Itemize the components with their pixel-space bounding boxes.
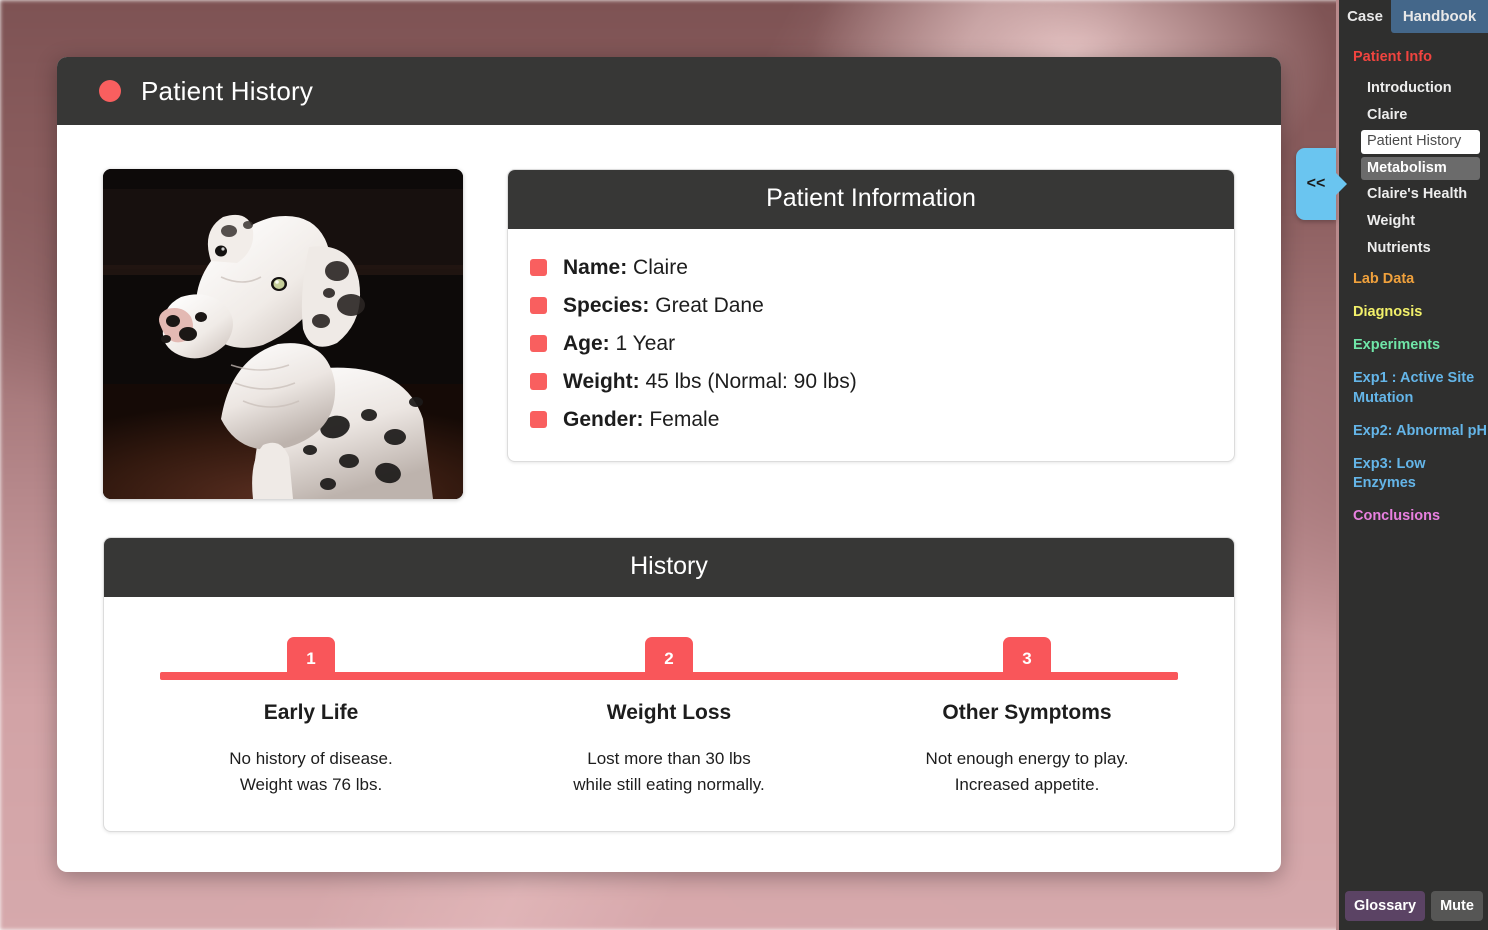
patient-info-label: Name: [563,256,628,279]
patient-info-text: Age: 1 Year [563,332,675,356]
patient-overview-row: Patient Information Name: Claire Species:… [103,169,1235,499]
sidebar-tabs: Case Handbook [1339,0,1488,33]
sidebar-item-nutrients[interactable]: Nutrients [1361,237,1480,261]
patient-info-text: Species: Great Dane [563,294,764,318]
sidebar-item-patient-info[interactable]: Patient Info [1339,41,1488,74]
patient-info-value: 1 Year [615,332,676,355]
sidebar-item-patient-history[interactable]: Patient History [1361,130,1480,154]
sidebar-item-exp1-active-site-mutation[interactable]: Exp1 : Active Site Mutation [1339,362,1488,414]
patient-info-label: Age: [563,332,610,355]
patient-info-label: Species: [563,294,650,317]
glossary-button[interactable]: Glossary [1345,891,1426,921]
sidebar-navigation: Patient Info Introduction Claire Patient Hi… [1339,33,1488,533]
history-body: 1 2 3 Early Life No history of disease. Weig… [104,597,1234,831]
history-heading: History [104,538,1234,597]
history-event-line2: while still eating normally. [573,774,765,794]
mute-button[interactable]: Mute [1431,891,1483,921]
sidebar-item-claire[interactable]: Claire [1361,104,1480,128]
history-event-line1: No history of disease. [229,749,393,768]
history-event-description: Not enough energy to play. Increased appe… [860,746,1194,797]
page-title: Patient History [141,75,314,106]
patient-information-list: Name: Claire Species: Great Dane Age: 1 Ye… [508,249,1234,439]
bullet-square-icon [530,373,547,390]
timeline-marker[interactable]: 2 [645,637,693,680]
sidebar-item-experiments[interactable]: Experiments [1339,329,1488,362]
history-event-line1: Not enough energy to play. [925,749,1129,768]
sidebar-item-conclusions[interactable]: Conclusions [1339,500,1488,533]
history-event-description: No history of disease. Weight was 76 lbs. [144,746,478,797]
history-event-title: Other Symptoms [942,701,1112,724]
sidebar-item-metabolism[interactable]: Metabolism [1361,156,1480,181]
patient-information-body: Name: Claire Species: Great Dane Age: 1 Ye… [508,229,1234,461]
history-event-title: Weight Loss [606,701,732,724]
patient-info-row: Weight: 45 lbs (Normal: 90 lbs) [508,363,1234,401]
main-content-card: Patient History Patient Information Name… [57,57,1281,872]
card-header: Patient History [57,57,1281,125]
patient-info-text: Gender: Female [563,408,719,432]
patient-info-row: Age: 1 Year [508,325,1234,363]
history-event-description: Lost more than 30 lbs while still eating … [502,746,836,797]
patient-info-value: 45 lbs (Normal: 90 lbs) [645,370,857,393]
history-event-line1: Lost more than 30 lbs [587,749,751,768]
history-timeline: 1 2 3 [132,625,1206,687]
tab-case[interactable]: Case [1339,0,1391,33]
history-event-title: Early Life [263,701,359,724]
sidebar-item-diagnosis[interactable]: Diagnosis [1339,296,1488,329]
history-event: Weight Loss Lost more than 30 lbs while st… [490,701,848,797]
bullet-square-icon [530,335,547,352]
sidebar-item-exp3-low-enzymes[interactable]: Exp3: Low Enzymes [1339,448,1488,500]
patient-information-panel: Patient Information Name: Claire Species:… [507,169,1235,462]
patient-information-heading: Patient Information [508,170,1234,229]
patient-info-text: Weight: 45 lbs (Normal: 90 lbs) [563,370,857,394]
sidebar-item-claire-s-health[interactable]: Claire's Health [1361,183,1480,207]
patient-info-value: Great Dane [655,294,764,317]
history-panel: History 1 2 3 Early Life No history of dise… [103,537,1235,832]
patient-photo [103,169,463,499]
bullet-square-icon [530,297,547,314]
right-sidebar: Case Handbook Patient Info Introduction Cl… [1336,0,1488,930]
patient-info-label: Gender: [563,408,644,431]
timeline-marker[interactable]: 1 [287,637,335,680]
patient-info-value: Claire [633,256,688,279]
sidebar-footer: Glossary Mute [1339,891,1488,921]
patient-info-row: Species: Great Dane [508,287,1234,325]
patient-info-label: Weight: [563,370,640,393]
sidebar-item-weight[interactable]: Weight [1361,210,1480,234]
patient-photo-illustration [103,169,463,499]
history-event: Other Symptoms Not enough energy to play.… [848,701,1206,797]
bullet-square-icon [530,259,547,276]
timeline-marker[interactable]: 3 [1003,637,1051,680]
patient-info-row: Name: Claire [508,249,1234,287]
patient-info-text: Name: Claire [563,256,688,280]
sidebar-item-exp2-abnormal-ph[interactable]: Exp2: Abnormal pH [1339,415,1488,448]
history-event-line2: Increased appetite. [954,774,1100,794]
patient-info-value: Female [649,408,720,431]
history-event-line2: Weight was 76 lbs. [239,774,383,794]
sidebar-item-lab-data[interactable]: Lab Data [1339,263,1488,296]
history-event: Early Life No history of disease. Weight w… [132,701,490,797]
status-dot-icon [99,80,121,102]
tab-handbook[interactable]: Handbook [1391,0,1488,33]
patient-info-row: Gender: Female [508,401,1234,439]
sidebar-collapse-button[interactable]: << [1296,148,1336,220]
history-event-columns: Early Life No history of disease. Weight w… [132,701,1206,797]
card-body: Patient Information Name: Claire Species:… [57,125,1281,832]
sidebar-item-introduction[interactable]: Introduction [1361,77,1480,101]
bullet-square-icon [530,411,547,428]
